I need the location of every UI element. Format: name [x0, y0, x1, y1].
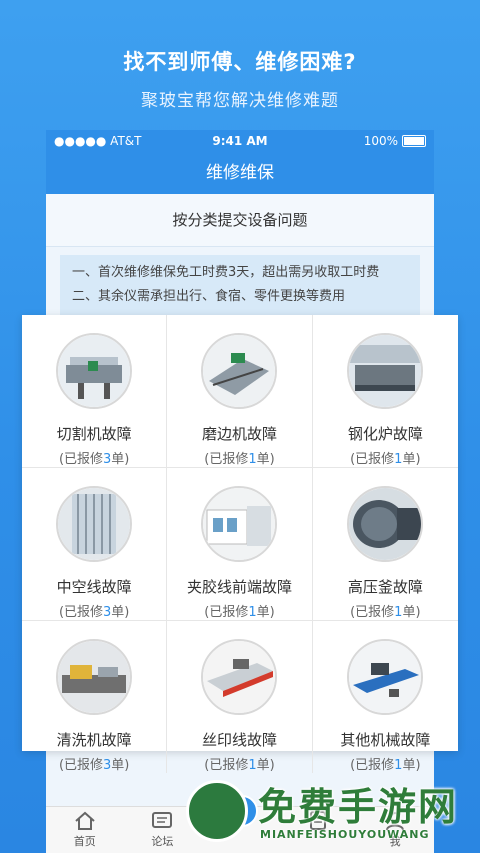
- repair-count: (已报修1单): [350, 452, 421, 467]
- grid-item-label: 切割机故障: [56, 425, 132, 443]
- laminating-line-thumbnail: [201, 486, 278, 562]
- grid-item-other[interactable]: 其他机械故障 (已报修1单): [313, 621, 458, 773]
- grid-item-autoclave[interactable]: 高压釜故障 (已报修1单): [312, 468, 458, 621]
- silkscreen-line-thumbnail: [201, 639, 278, 715]
- cutting-machine-thumbnail: [56, 333, 133, 409]
- grid-item-label: 钢化炉故障: [347, 425, 423, 443]
- repair-count: (已报修3单): [58, 605, 130, 620]
- notice-box: 一、首次维修维保免工时费3天，超出需另收取工时费 二、其余仪需承担出行、食宿、零…: [60, 255, 420, 315]
- fault-category-grid: 切割机故障 (已报修3单) 磨边机故障 (已报修1单) 钢化炉故障 (已报修1单…: [22, 315, 458, 773]
- forum-icon: [152, 812, 173, 828]
- grid-item-washing[interactable]: 清洗机故障 (已报修3单): [22, 621, 168, 773]
- page-title: 维修维保: [46, 152, 434, 194]
- grid-item-label: 丝印线故障: [201, 731, 277, 749]
- battery-icon: [402, 135, 426, 147]
- tab-forum-label: 论坛: [151, 835, 174, 848]
- notice-line-1: 一、首次维修维保免工时费3天，超出需另收取工时费: [72, 265, 380, 280]
- edging-machine-thumbnail: [201, 333, 278, 409]
- grid-item-label: 清洗机故障: [56, 731, 132, 749]
- repair-count: (已报修1单): [350, 605, 421, 620]
- grid-item-laminating[interactable]: 夹胶线前端故障 (已报修1单): [167, 468, 313, 621]
- repair-count: (已报修3单): [58, 758, 130, 773]
- insulating-line-thumbnail: [56, 486, 133, 562]
- repair-count: (已报修1单): [204, 452, 275, 467]
- grid-item-label: 高压釜故障: [347, 578, 423, 596]
- category-selector[interactable]: 按分类提交设备问题: [46, 194, 434, 247]
- grid-item-label: 磨边机故障: [201, 425, 277, 443]
- promo-subtitle: 聚玻宝帮您解决维修难题: [141, 91, 339, 111]
- status-bar: ●●●●● AT&T 9:41 AM 100%: [46, 130, 434, 152]
- battery-percent: 100%: [363, 134, 398, 148]
- tab-home-label: 首页: [73, 835, 96, 848]
- washing-machine-thumbnail: [56, 639, 133, 715]
- repair-count: (已报修1单): [204, 758, 275, 773]
- watermark-logo-icon: [186, 780, 248, 842]
- autoclave-thumbnail: [347, 486, 424, 562]
- grid-item-label: 中空线故障: [56, 578, 132, 596]
- tab-home[interactable]: 首页: [46, 807, 124, 853]
- grid-item-cutting[interactable]: 切割机故障 (已报修3单): [22, 315, 168, 468]
- repair-count: (已报修1单): [350, 758, 421, 773]
- notice-line-2: 二、其余仪需承担出行、食宿、零件更换等费用: [72, 289, 346, 304]
- tempering-furnace-thumbnail: [347, 333, 424, 409]
- site-watermark: 免费手游网 MIANFEISHOUYOUWANG: [180, 772, 480, 853]
- battery-status: 100%: [364, 134, 426, 148]
- repair-count: (已报修1单): [204, 605, 275, 620]
- repair-count: (已报修3单): [58, 452, 130, 467]
- grid-item-silkscreen[interactable]: 丝印线故障 (已报修1单): [167, 621, 313, 773]
- grid-item-edging[interactable]: 磨边机故障 (已报修1单): [167, 315, 313, 468]
- grid-item-label: 夹胶线前端故障: [186, 578, 292, 596]
- home-icon: [75, 811, 95, 830]
- other-machinery-thumbnail: [347, 639, 424, 715]
- watermark-subtext: MIANFEISHOUYOUWANG: [260, 828, 430, 841]
- watermark-text: 免费手游网: [258, 784, 459, 829]
- grid-item-insulating[interactable]: 中空线故障 (已报修3单): [22, 468, 168, 621]
- grid-item-label: 其他机械故障: [340, 731, 431, 749]
- grid-item-tempering[interactable]: 钢化炉故障 (已报修1单): [312, 315, 458, 468]
- promo-title: 找不到师傅、维修困难?: [123, 50, 357, 74]
